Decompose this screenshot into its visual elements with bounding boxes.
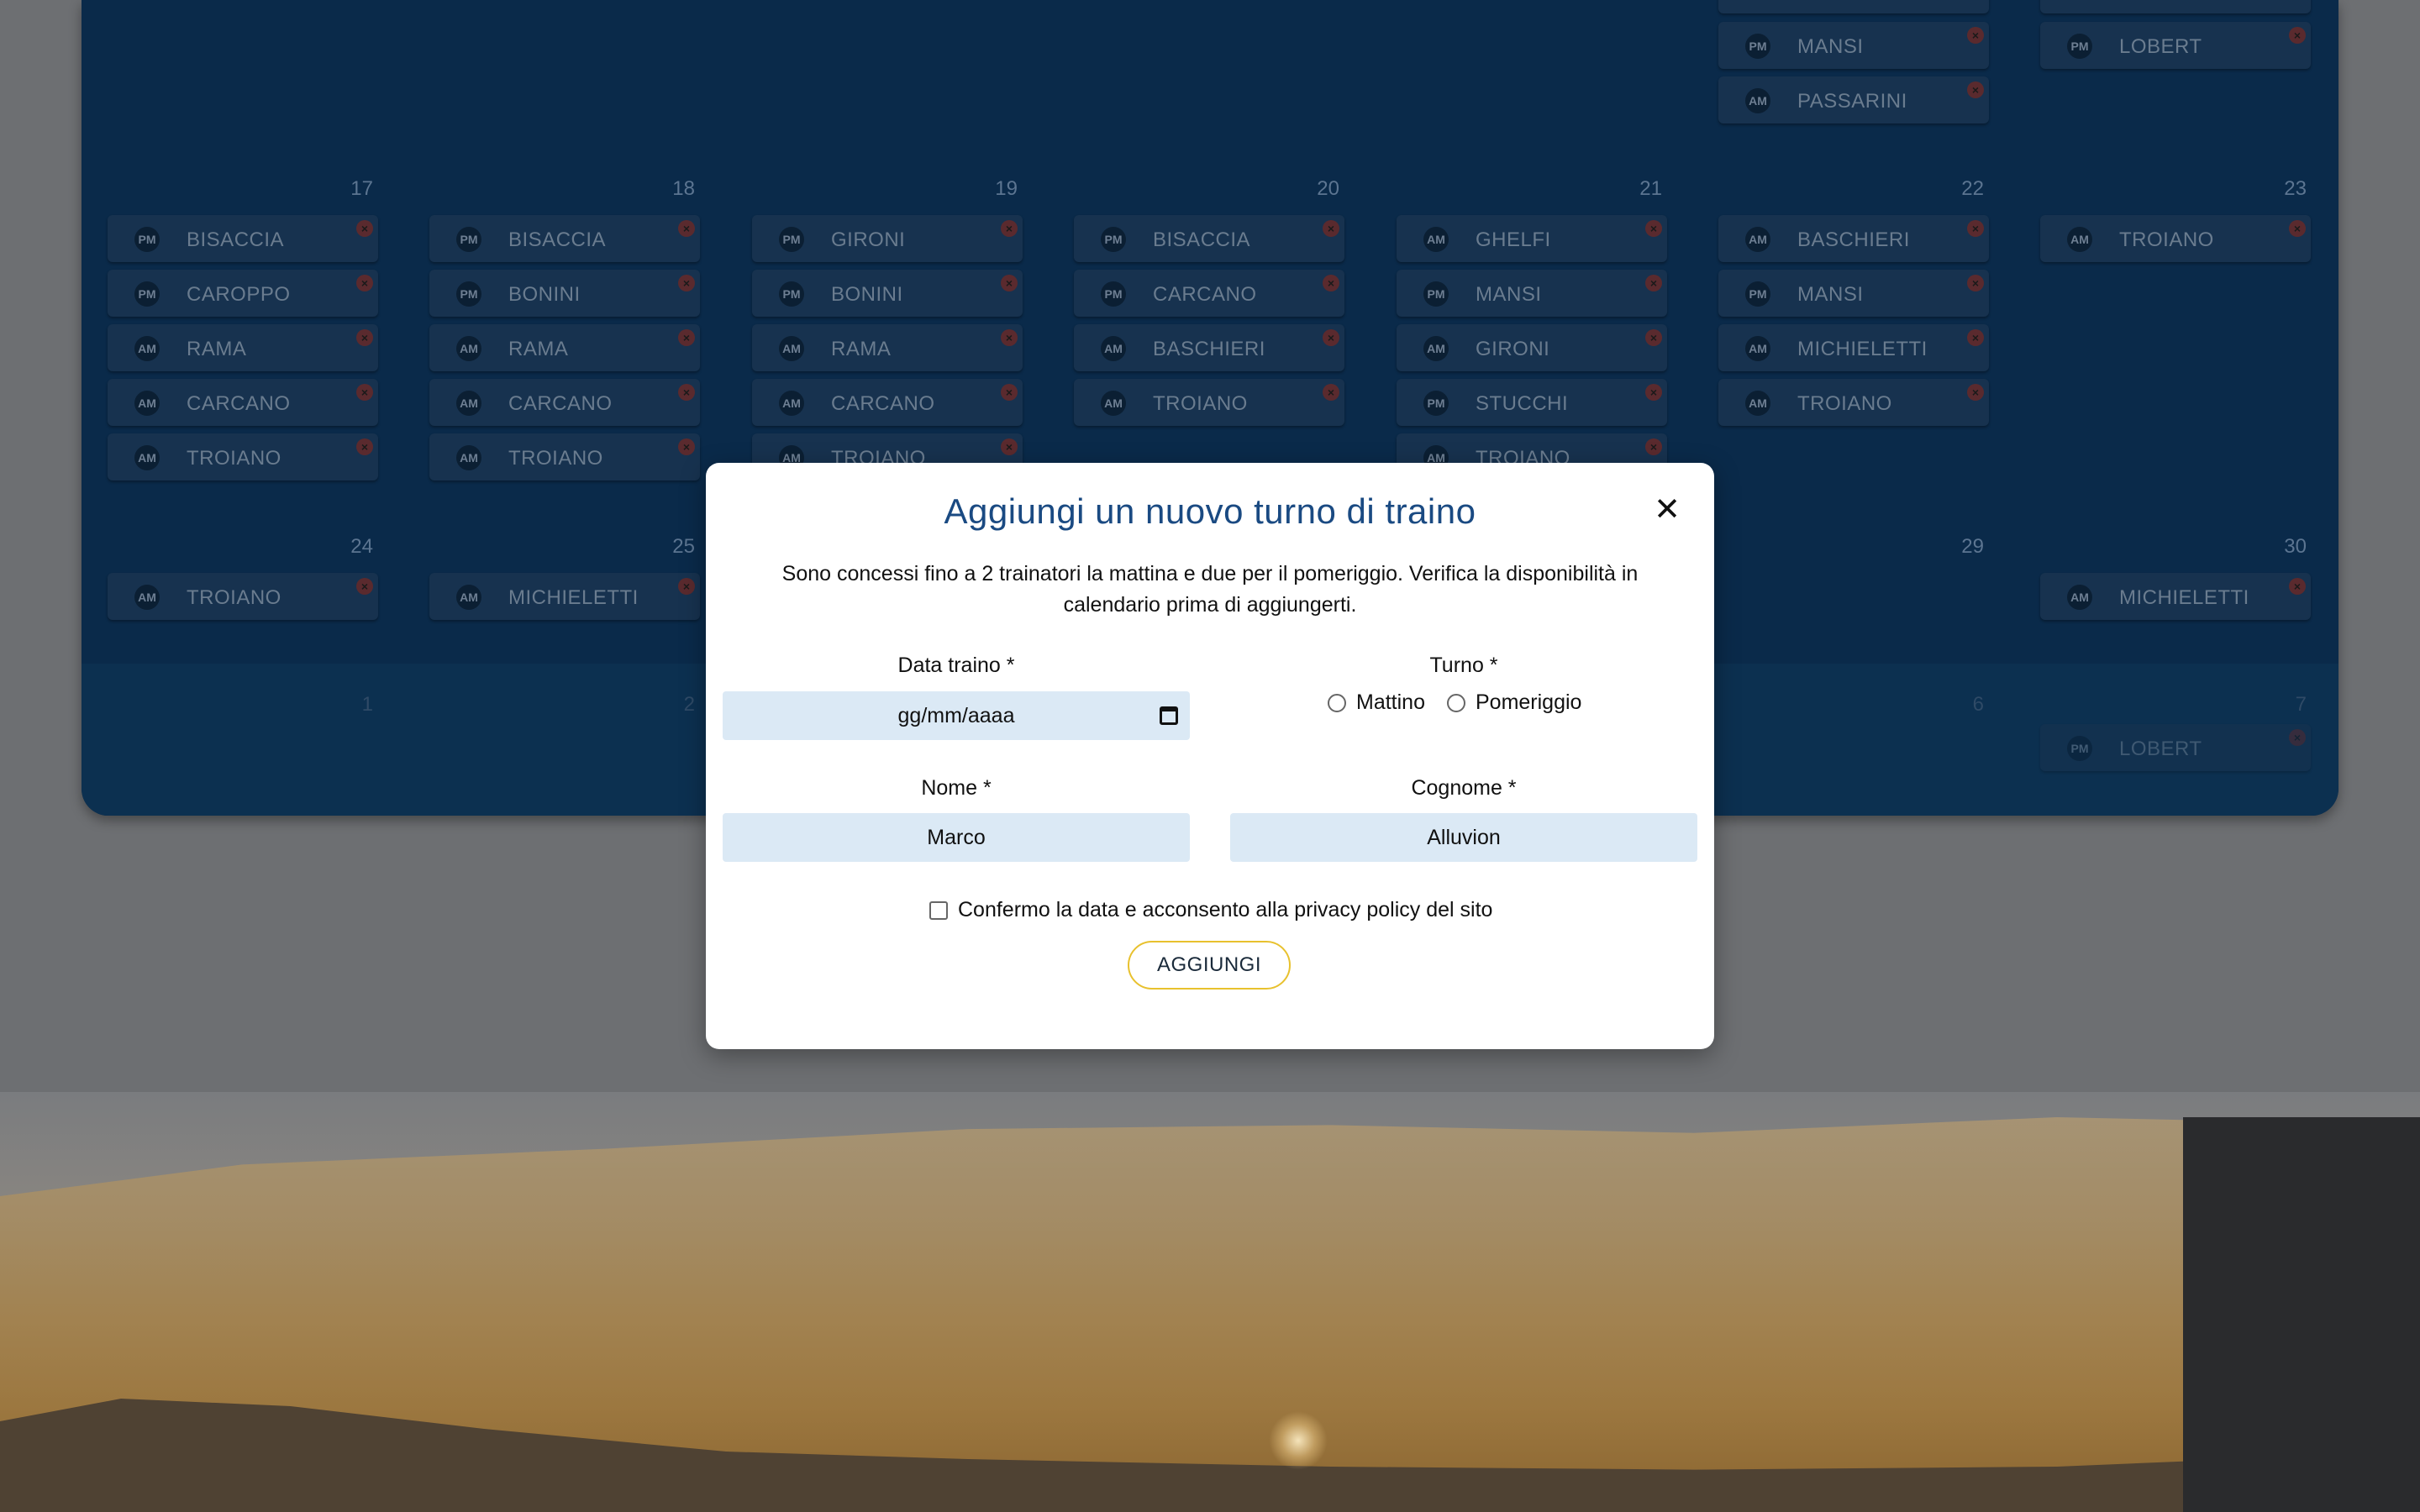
consent-checkbox[interactable]	[929, 900, 948, 920]
close-icon[interactable]: ✕	[1652, 494, 1682, 526]
last-name-input[interactable]: Alluvion	[1230, 813, 1697, 862]
last-name-label: Cognome *	[1411, 776, 1517, 800]
radio-label: Mattino	[1356, 690, 1425, 714]
radio-label: Pomeriggio	[1476, 690, 1582, 714]
modal-title: Aggiungi un nuovo turno di traino	[944, 491, 1476, 531]
modal-description: Sono concessi fino a 2 trainatori la mat…	[781, 562, 1639, 617]
shift-label: Turno *	[1429, 654, 1498, 677]
shift-option-morning[interactable]: Mattino	[1328, 690, 1425, 715]
calendar-icon[interactable]	[1160, 706, 1178, 725]
add-shift-modal: Aggiungi un nuovo turno di traino ✕ Sono…	[706, 463, 1714, 1049]
first-name-input[interactable]: Marco	[723, 813, 1190, 862]
date-placeholder: gg/mm/aaaa	[897, 704, 1015, 727]
first-name-label: Nome *	[921, 776, 992, 800]
date-input[interactable]: gg/mm/aaaa	[723, 691, 1190, 740]
consent-label: Confermo la data e acconsento alla priva…	[958, 898, 1493, 921]
date-label: Data traino *	[897, 654, 1015, 677]
radio-button[interactable]	[1328, 693, 1346, 712]
add-button[interactable]: AGGIUNGI	[1128, 941, 1291, 990]
shift-option-afternoon[interactable]: Pomeriggio	[1447, 690, 1581, 715]
privacy-consent[interactable]: Confermo la data e acconsento alla priva…	[929, 898, 1492, 922]
radio-button[interactable]	[1447, 693, 1465, 712]
